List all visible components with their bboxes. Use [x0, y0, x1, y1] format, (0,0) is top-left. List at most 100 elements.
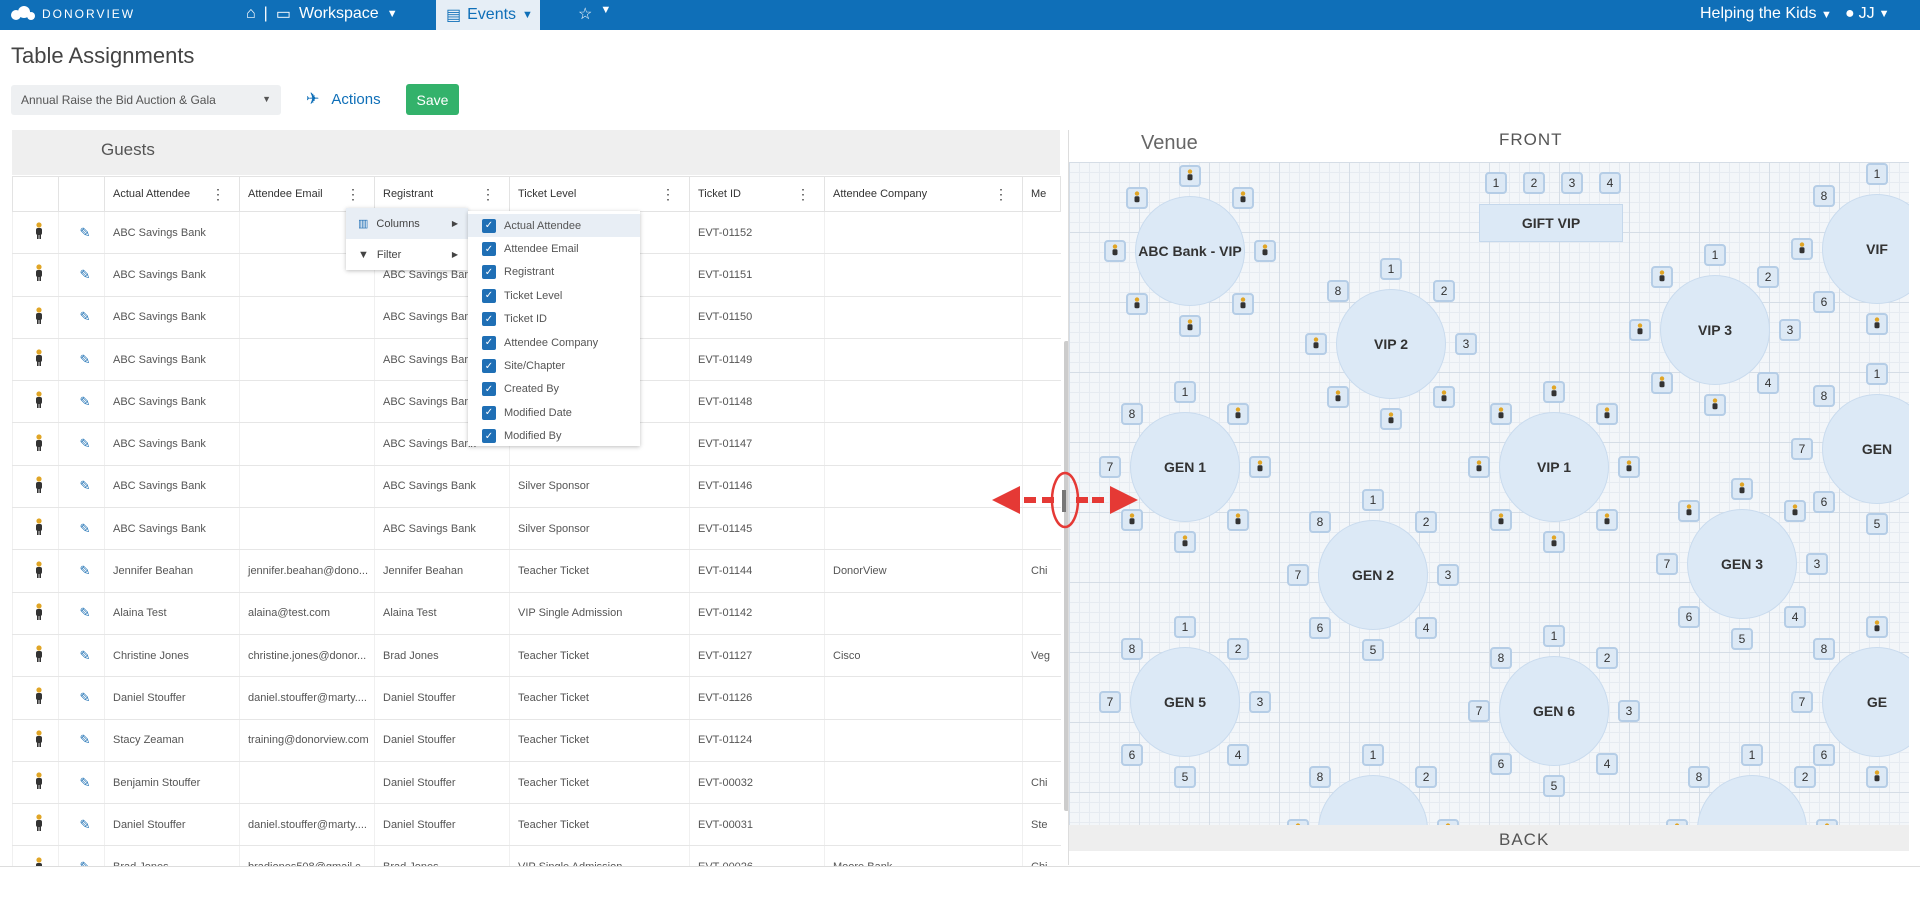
- table-row[interactable]: ✎ Stacy Zeaman training@donorview.com Danie…: [12, 719, 1061, 762]
- edit-icon[interactable]: ✎: [58, 719, 105, 762]
- checkbox-checked-icon[interactable]: ✓: [482, 242, 496, 257]
- cell-registrant[interactable]: ABC Savings Bank: [374, 465, 510, 509]
- cell-registrant[interactable]: Daniel Stouffer: [374, 676, 510, 720]
- seat-number[interactable]: 5: [1174, 766, 1196, 788]
- column-option[interactable]: ✓ Created By: [468, 378, 640, 401]
- kebab-menu-icon[interactable]: ⋮: [481, 186, 495, 203]
- seat-occupied-person-icon[interactable]: [1618, 456, 1640, 478]
- table-row[interactable]: ✎ Daniel Stouffer daniel.stouffer@marty...…: [12, 803, 1061, 847]
- header-ticket-id[interactable]: Ticket ID ⋮: [689, 176, 825, 212]
- kebab-menu-icon[interactable]: ⋮: [661, 186, 675, 203]
- seat-number[interactable]: 2: [1227, 637, 1250, 660]
- user-menu[interactable]: ● JJ ▼: [1845, 5, 1890, 23]
- seat-occupied-person-icon[interactable]: [1866, 616, 1888, 638]
- nav-events-tab[interactable]: ▤ Events ▼: [436, 0, 540, 30]
- seat-occupied-person-icon[interactable]: [1784, 499, 1807, 522]
- seat-number[interactable]: 4: [1599, 172, 1621, 194]
- seat-number[interactable]: 4: [1227, 744, 1250, 767]
- menu-item-columns[interactable]: ▥ Columns ▶: [346, 208, 468, 239]
- seat-number[interactable]: 5: [1362, 639, 1384, 661]
- checkbox-checked-icon[interactable]: ✓: [482, 335, 496, 350]
- seat-occupied-person-icon[interactable]: [1104, 240, 1126, 262]
- checkbox-checked-icon[interactable]: ✓: [482, 405, 496, 420]
- org-selector[interactable]: Helping the Kids ▼: [1700, 5, 1832, 23]
- seat-number[interactable]: 1: [1741, 744, 1763, 766]
- venue-table[interactable]: VIP 1: [1499, 412, 1609, 522]
- seat-occupied-person-icon[interactable]: [1489, 509, 1512, 532]
- cell-attendee[interactable]: Alaina Test: [104, 592, 240, 635]
- seat-number[interactable]: 6: [1812, 491, 1835, 514]
- nav-workspace[interactable]: Workspace: [299, 5, 379, 23]
- seat-number[interactable]: 1: [1174, 381, 1196, 403]
- checkbox-checked-icon[interactable]: ✓: [482, 265, 496, 280]
- cell-attendee[interactable]: Daniel Stouffer: [104, 676, 240, 720]
- seat-occupied-person-icon[interactable]: [1704, 394, 1726, 416]
- edit-icon[interactable]: ✎: [58, 422, 105, 466]
- checkbox-checked-icon[interactable]: ✓: [482, 359, 496, 374]
- actions-button[interactable]: ✈ Actions: [306, 89, 381, 109]
- cell-attendee[interactable]: Benjamin Stouffer: [104, 761, 240, 805]
- menu-item-filter[interactable]: ▼ Filter ▶: [346, 239, 468, 270]
- seat-number[interactable]: 8: [1489, 646, 1512, 669]
- table-row[interactable]: ✎ Jennifer Beahan jennifer.beahan@dono... J…: [12, 549, 1061, 593]
- seat-number[interactable]: 2: [1794, 765, 1817, 788]
- venue-table[interactable]: GEN 2: [1318, 520, 1428, 630]
- person-icon[interactable]: [12, 380, 59, 424]
- person-icon[interactable]: [12, 422, 59, 466]
- person-icon[interactable]: [12, 634, 59, 678]
- table-row[interactable]: ✎ Benjamin Stouffer Daniel Stouffer Teacher…: [12, 761, 1061, 805]
- seat-occupied-person-icon[interactable]: [1227, 509, 1250, 532]
- venue-table[interactable]: GEN 3: [1687, 509, 1797, 619]
- seat-occupied-person-icon[interactable]: [1125, 186, 1148, 209]
- edit-icon[interactable]: ✎: [58, 592, 105, 635]
- cell-attendee[interactable]: Stacy Zeaman: [104, 719, 240, 762]
- seat-occupied-person-icon[interactable]: [1232, 186, 1255, 209]
- seat-number[interactable]: 7: [1099, 691, 1121, 713]
- person-icon[interactable]: [12, 719, 59, 762]
- kebab-menu-icon[interactable]: ⋮: [796, 186, 810, 203]
- cell-attendee[interactable]: ABC Savings Bank: [104, 253, 240, 297]
- edit-icon[interactable]: ✎: [58, 296, 105, 339]
- seat-number[interactable]: 2: [1596, 646, 1619, 669]
- venue-table[interactable]: GEN 5: [1130, 647, 1240, 757]
- seat-number[interactable]: 6: [1120, 744, 1143, 767]
- gift-vip-table[interactable]: GIFT VIP: [1479, 204, 1623, 242]
- seat-number[interactable]: 1: [1704, 244, 1726, 266]
- header-ticket-level[interactable]: Ticket Level ⋮: [509, 176, 690, 212]
- venue-table[interactable]: GEN: [1822, 394, 1909, 504]
- seat-occupied-person-icon[interactable]: [1179, 315, 1201, 337]
- table-row[interactable]: ✎ ABC Savings Bank ABC Savings Bank Silver …: [12, 507, 1061, 551]
- edit-icon[interactable]: ✎: [58, 761, 105, 805]
- seat-occupied-person-icon[interactable]: [1232, 293, 1255, 316]
- seat-occupied-person-icon[interactable]: [1179, 165, 1201, 187]
- cell-registrant[interactable]: ABC Savings Bank: [374, 507, 510, 551]
- seat-number[interactable]: 1: [1362, 489, 1384, 511]
- venue-floor-grid[interactable]: ABC Bank - VIP VIP 2 1 2 3 8 VIP 3 1 2 3 4 GEN 1178…: [1069, 162, 1909, 825]
- column-option[interactable]: ✓ Attendee Company: [468, 331, 640, 354]
- seat-number[interactable]: 2: [1415, 510, 1438, 533]
- cell-attendee[interactable]: ABC Savings Bank: [104, 380, 240, 424]
- person-icon[interactable]: [12, 338, 59, 382]
- star-icon[interactable]: ☆: [578, 4, 592, 24]
- seat-occupied-person-icon[interactable]: [1543, 531, 1565, 553]
- person-icon[interactable]: [12, 253, 59, 297]
- seat-number[interactable]: 3: [1249, 691, 1271, 713]
- checkbox-checked-icon[interactable]: ✓: [482, 288, 496, 303]
- seat-occupied-person-icon[interactable]: [1596, 402, 1619, 425]
- seat-number[interactable]: 8: [1326, 279, 1349, 302]
- venue-table[interactable]: GEN 2: [1318, 775, 1428, 825]
- cell-attendee[interactable]: ABC Savings Bank: [104, 507, 240, 551]
- table-row[interactable]: ✎ ABC Savings Bank ABC Savings Bank Silver …: [12, 465, 1061, 509]
- cell-registrant[interactable]: Jennifer Beahan: [374, 549, 510, 593]
- splitter-handle[interactable]: [1062, 490, 1066, 512]
- chevron-down-icon[interactable]: ▼: [600, 4, 611, 24]
- person-icon[interactable]: [12, 592, 59, 635]
- cell-attendee[interactable]: ABC Savings Bank: [104, 338, 240, 382]
- seat-number[interactable]: 8: [1812, 384, 1835, 407]
- seat-number[interactable]: 6: [1489, 753, 1512, 776]
- seat-number[interactable]: 1: [1380, 258, 1402, 280]
- kebab-menu-icon[interactable]: ⋮: [211, 186, 225, 203]
- column-option[interactable]: ✓ Ticket ID: [468, 308, 640, 331]
- table-row[interactable]: ✎ Alaina Test alaina@test.com Alaina Test VI…: [12, 592, 1061, 635]
- seat-occupied-person-icon[interactable]: [1489, 402, 1512, 425]
